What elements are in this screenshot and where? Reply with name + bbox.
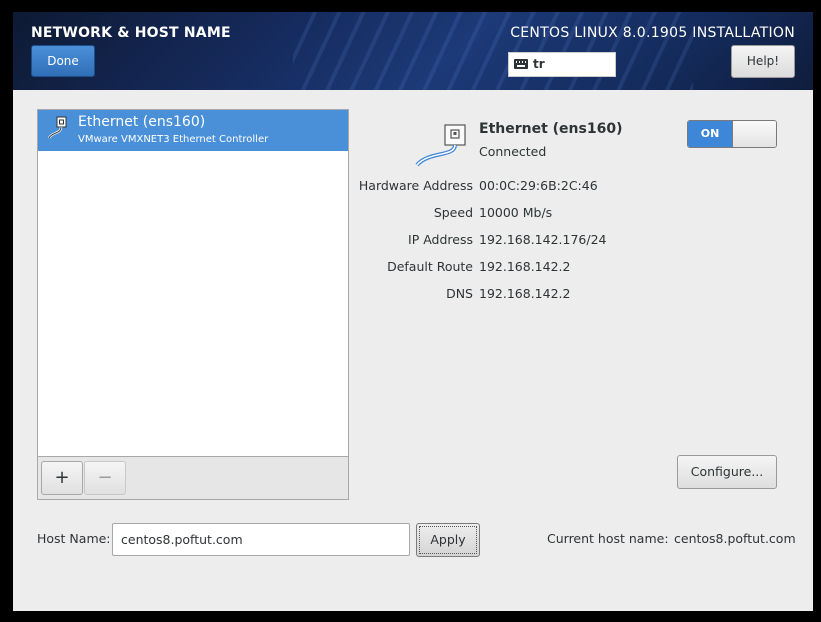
hardware-address-label: Hardware Address xyxy=(358,178,473,193)
current-host-name-value: centos8.poftut.com xyxy=(674,531,796,546)
switch-knob xyxy=(732,121,776,147)
connection-name: Ethernet (ens160) xyxy=(78,114,206,130)
help-button[interactable]: Help! xyxy=(731,45,795,78)
header-bar: NETWORK & HOST NAME Done CENTOS LINUX 8.… xyxy=(13,12,813,90)
device-status: Connected xyxy=(479,144,547,159)
keyboard-icon xyxy=(514,59,528,69)
connection-list: Ethernet (ens160) VMware VMXNET3 Etherne… xyxy=(37,109,349,457)
apply-button[interactable]: Apply xyxy=(416,523,480,557)
product-title: CENTOS LINUX 8.0.1905 INSTALLATION xyxy=(510,25,795,41)
list-item-ethernet-ens160[interactable]: Ethernet (ens160) VMware VMXNET3 Etherne… xyxy=(38,110,348,151)
connection-list-toolbar: + − xyxy=(37,457,349,500)
keyboard-layout-label: tr xyxy=(533,57,545,71)
ethernet-large-icon xyxy=(415,124,466,167)
default-route-value: 192.168.142.2 xyxy=(479,259,571,274)
host-name-label: Host Name: xyxy=(37,531,111,546)
done-button[interactable]: Done xyxy=(31,45,95,77)
ip-address-label: IP Address xyxy=(408,232,473,247)
speed-label: Speed xyxy=(433,205,473,220)
hardware-address-value: 00:0C:29:6B:2C:46 xyxy=(479,178,598,193)
ip-address-value: 192.168.142.176/24 xyxy=(479,232,607,247)
dns-label: DNS xyxy=(446,286,473,301)
page-title: NETWORK & HOST NAME xyxy=(31,25,231,41)
speed-value: 10000 Mb/s xyxy=(479,205,553,220)
remove-connection-button[interactable]: − xyxy=(84,461,126,495)
device-on-off-switch[interactable]: ON xyxy=(687,120,777,148)
add-connection-button[interactable]: + xyxy=(41,461,83,495)
host-name-input[interactable] xyxy=(112,523,410,556)
connection-description: VMware VMXNET3 Ethernet Controller xyxy=(78,134,269,145)
dns-value: 192.168.142.2 xyxy=(479,286,571,301)
ethernet-icon xyxy=(47,116,67,139)
current-host-name-label: Current host name: xyxy=(547,531,669,546)
header-decoration xyxy=(293,12,693,90)
keyboard-layout-indicator[interactable]: tr xyxy=(508,52,616,77)
switch-on-label: ON xyxy=(688,121,732,147)
configure-button[interactable]: Configure... xyxy=(677,455,777,489)
default-route-label: Default Route xyxy=(387,259,473,274)
device-name: Ethernet (ens160) xyxy=(479,121,623,137)
